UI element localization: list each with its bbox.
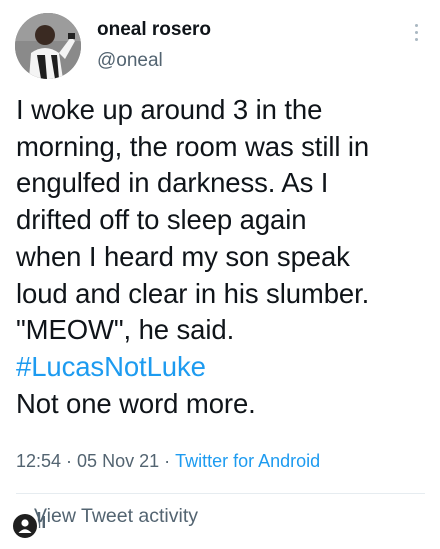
handle[interactable]: @oneal: [97, 50, 163, 72]
tweet-time[interactable]: 12:54: [16, 451, 61, 471]
activity-label: View Tweet activity: [34, 505, 199, 527]
user-icon[interactable]: [11, 512, 39, 540]
tweet-meta: 12:54 · 05 Nov 21 · Twitter for Android: [16, 451, 320, 472]
tweet-text-line: "MEOW", he said.: [16, 314, 235, 346]
tweet-text: I woke up around 3 in the morning, the r…: [16, 92, 431, 422]
view-tweet-activity-link[interactable]: View Tweet activity: [34, 505, 198, 528]
tweet-text-line: morning, the room was still in: [16, 130, 370, 162]
meta-separator: ·: [66, 451, 73, 471]
hashtag-link[interactable]: #LucasNotLuke: [16, 351, 206, 382]
display-name[interactable]: oneal rosero: [97, 19, 211, 41]
tweet-card: oneal rosero @oneal I woke up around 3 i…: [0, 0, 440, 549]
meta-separator: ·: [164, 451, 171, 471]
tweet-date[interactable]: 05 Nov 21: [77, 451, 159, 471]
tweet-text-line: drifted off to sleep again: [16, 204, 307, 236]
avatar[interactable]: [15, 13, 81, 79]
tweet-text-line: loud and clear in his slumber.: [16, 277, 370, 309]
tweet-text-line: when I heard my son speak: [16, 240, 350, 272]
divider: [16, 493, 425, 494]
tweet-text-line: engulfed in darkness. As I: [16, 167, 329, 199]
more-vertical-icon[interactable]: [411, 24, 421, 46]
tweet-text-line: I woke up around 3 in the: [16, 94, 323, 125]
tweet-text-line: Not one word more.: [16, 387, 256, 419]
tweet-source-link[interactable]: Twitter for Android: [175, 451, 320, 471]
